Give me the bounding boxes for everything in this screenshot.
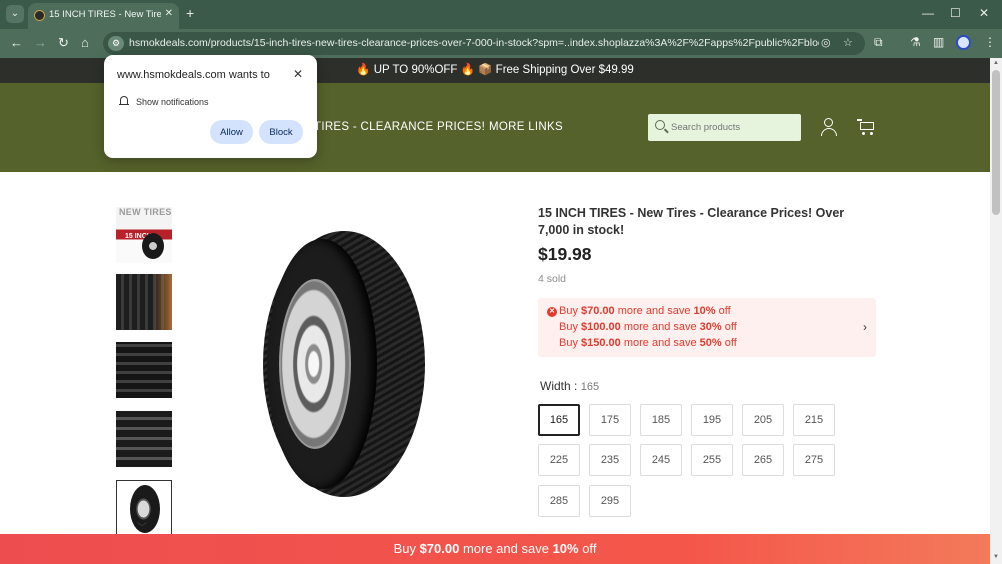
tire-rim bbox=[279, 279, 351, 449]
product-thumbnail-2[interactable] bbox=[116, 274, 172, 330]
bottom-promo-bar[interactable]: Buy $70.00 more and save 10% off bbox=[0, 534, 990, 564]
tab-title: 15 INCH TIRES - New Tires - Cl bbox=[49, 9, 161, 20]
sold-count: 4 sold bbox=[538, 273, 567, 285]
side-panel-icon[interactable]: ▥ bbox=[933, 35, 944, 49]
product-title: 15 INCH TIRES - New Tires - Clearance Pr… bbox=[538, 206, 845, 237]
site-info-icon[interactable]: ⚙ bbox=[108, 36, 124, 51]
close-icon[interactable]: ✕ bbox=[293, 67, 303, 81]
bell-icon bbox=[119, 96, 129, 107]
nav-link-more-links[interactable]: MORE LINKS bbox=[489, 121, 563, 133]
new-tab-button[interactable]: + bbox=[186, 5, 194, 21]
promo-line-2: Buy $100.00 more and save 30% off bbox=[559, 321, 737, 333]
search-box[interactable] bbox=[648, 114, 801, 141]
gallery-down-arrow-icon[interactable]: ﹀ bbox=[137, 519, 147, 534]
tab-favicon-icon bbox=[34, 10, 45, 21]
notification-permission-popup: www.hsmokdeals.com wants to ✕ Show notif… bbox=[104, 55, 317, 158]
popup-description: Show notifications bbox=[136, 97, 209, 107]
window-close-button[interactable]: ✕ bbox=[979, 6, 989, 20]
eye-off-icon[interactable]: ◎ bbox=[821, 36, 831, 49]
bookmark-star-icon[interactable]: ☆ bbox=[843, 36, 853, 49]
chevron-right-icon[interactable]: › bbox=[863, 320, 867, 334]
product-thumbnail-4[interactable] bbox=[116, 411, 172, 467]
width-option-label: Width : 165 bbox=[540, 379, 600, 393]
thumbnail-label: NEW TIRES bbox=[119, 207, 172, 217]
width-option-255[interactable]: 255 bbox=[691, 444, 733, 476]
promo-line-3: Buy $150.00 more and save 50% off bbox=[559, 337, 737, 349]
width-option-295[interactable]: 295 bbox=[589, 485, 631, 517]
tab-close-icon[interactable]: ✕ bbox=[165, 8, 173, 19]
profile-avatar[interactable] bbox=[956, 35, 971, 50]
forward-button[interactable]: → bbox=[34, 35, 47, 50]
search-icon bbox=[655, 120, 665, 130]
width-option-235[interactable]: 235 bbox=[589, 444, 631, 476]
browser-toolbar: ← → ↻ ⌂ ⚙ hsmokdeals.com/products/15-inc… bbox=[0, 29, 1002, 58]
width-option-165[interactable]: 165 bbox=[538, 404, 580, 436]
maximize-button[interactable]: ☐ bbox=[950, 6, 961, 20]
main-product-image[interactable] bbox=[263, 231, 425, 497]
browser-tab[interactable]: 15 INCH TIRES - New Tires - Cl ✕ bbox=[28, 3, 179, 29]
tab-search-button[interactable]: ⌄ bbox=[6, 5, 24, 23]
width-option-215[interactable]: 215 bbox=[793, 404, 835, 436]
account-icon[interactable] bbox=[820, 118, 838, 136]
browser-menu-icon[interactable]: ⋮ bbox=[984, 35, 996, 49]
minimize-button[interactable]: — bbox=[922, 6, 934, 20]
block-button[interactable]: Block bbox=[259, 120, 303, 144]
product-thumbnail-1[interactable]: NEW TIRES 15 INCH bbox=[116, 207, 172, 263]
width-option-285[interactable]: 285 bbox=[538, 485, 580, 517]
back-button[interactable]: ← bbox=[10, 35, 23, 50]
thumbnail-tire-image bbox=[142, 233, 164, 259]
width-option-245[interactable]: 245 bbox=[640, 444, 682, 476]
product-thumbnail-3[interactable] bbox=[116, 342, 172, 398]
home-button[interactable]: ⌂ bbox=[81, 35, 89, 50]
popup-title: www.hsmokdeals.com wants to bbox=[117, 69, 270, 81]
promotion-box[interactable]: ✕ Buy $70.00 more and save 10% off Buy $… bbox=[538, 298, 876, 357]
cart-icon[interactable] bbox=[857, 119, 875, 135]
scrollbar-thumb[interactable] bbox=[992, 70, 1000, 215]
width-option-185[interactable]: 185 bbox=[640, 404, 682, 436]
product-price: $19.98 bbox=[538, 244, 592, 264]
nav-link-tires-clearance[interactable]: TIRES - CLEARANCE PRICES! bbox=[314, 121, 485, 133]
width-option-175[interactable]: 175 bbox=[589, 404, 631, 436]
scroll-up-icon[interactable]: ▲ bbox=[993, 60, 999, 66]
width-option-275[interactable]: 275 bbox=[793, 444, 835, 476]
url-text[interactable]: hsmokdeals.com/products/15-inch-tires-ne… bbox=[129, 37, 819, 49]
promo-line-1: Buy $70.00 more and save 10% off bbox=[559, 305, 731, 317]
allow-button[interactable]: Allow bbox=[210, 120, 253, 144]
labs-icon[interactable]: ⚗ bbox=[910, 35, 921, 49]
address-bar[interactable]: ⚙ hsmokdeals.com/products/15-inch-tires-… bbox=[103, 32, 865, 55]
search-input[interactable] bbox=[671, 120, 796, 135]
width-option-225[interactable]: 225 bbox=[538, 444, 580, 476]
width-option-205[interactable]: 205 bbox=[742, 404, 784, 436]
reload-button[interactable]: ↻ bbox=[58, 35, 69, 51]
width-option-195[interactable]: 195 bbox=[691, 404, 733, 436]
extensions-icon[interactable]: ⧉ bbox=[874, 35, 883, 50]
scroll-down-icon[interactable]: ▼ bbox=[993, 554, 999, 560]
width-option-265[interactable]: 265 bbox=[742, 444, 784, 476]
discount-icon: ✕ bbox=[547, 307, 557, 317]
page-scrollbar[interactable]: ▲ ▼ bbox=[990, 58, 1002, 564]
browser-tab-bar: ⌄ 15 INCH TIRES - New Tires - Cl ✕ + — ☐… bbox=[0, 0, 1002, 29]
